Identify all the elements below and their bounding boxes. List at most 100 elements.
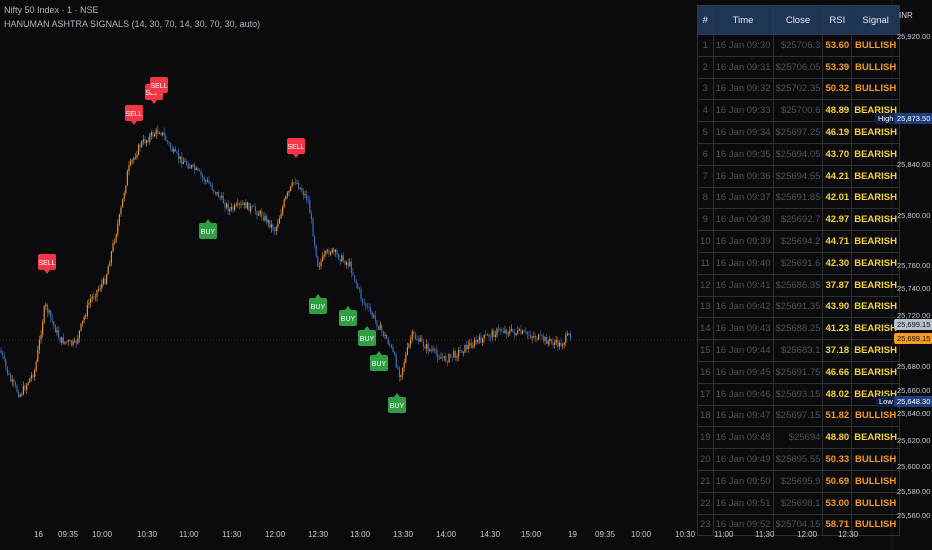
candle-body <box>133 157 135 161</box>
candle-body <box>552 342 554 345</box>
candle-body <box>458 349 460 357</box>
marker-pointer <box>293 154 299 158</box>
candle-body <box>386 334 388 340</box>
table-header-cell: # <box>697 5 714 35</box>
sell-signal-marker[interactable]: SELL <box>125 105 143 125</box>
symbol-title[interactable]: Nifty 50 Index · 1 · NSE <box>4 5 99 15</box>
candle-body <box>427 343 429 352</box>
buy-signal-marker[interactable]: BUY <box>309 294 327 314</box>
row-signal: BEARISH <box>851 273 900 297</box>
price-tick-label: 25,920.00 <box>897 32 931 41</box>
candle-body <box>312 218 314 237</box>
candle-body <box>104 278 106 284</box>
row-time: 16 Jan 09:50 <box>712 469 774 493</box>
candle-body <box>523 330 525 332</box>
candle-body <box>502 331 504 333</box>
candle-body <box>5 359 7 367</box>
candle-body <box>443 356 445 359</box>
marker-pointer <box>205 219 211 223</box>
table-row: 10 16 Jan 09:39 $25694.2 44.71 BEARISH <box>697 230 900 253</box>
time-tick-label: 12:00 <box>265 530 286 539</box>
table-row: 14 16 Jan 09:43 $25688.25 41.23 BEARISH <box>697 317 900 341</box>
row-time: 16 Jan 09:31 <box>712 55 774 79</box>
candle-body <box>238 203 240 205</box>
buy-signal-marker[interactable]: BUY <box>199 219 217 239</box>
candle-body <box>130 160 132 165</box>
candle-body <box>22 385 24 395</box>
candle-body <box>86 304 88 316</box>
row-close: $25691.6 <box>772 251 824 275</box>
row-close: $25702.35 <box>772 77 824 101</box>
row-time: 16 Jan 09:38 <box>712 208 774 232</box>
candle-body <box>525 331 527 333</box>
buy-signal-marker[interactable]: BUY <box>339 306 357 326</box>
candle-body <box>318 266 320 267</box>
candle-body <box>360 289 362 299</box>
candle-body <box>467 344 469 350</box>
candle-body <box>384 334 386 337</box>
candle-body <box>381 324 383 332</box>
candle-body <box>475 339 477 343</box>
candle-body <box>218 192 220 198</box>
buy-signal-marker[interactable]: BUY <box>388 393 406 413</box>
candle-body <box>222 195 224 204</box>
marker-label: BUY <box>390 403 405 410</box>
row-time: 16 Jan 09:32 <box>712 77 774 101</box>
candle-body <box>491 330 493 338</box>
indicator-legend[interactable]: HANUMAN ASHTRA SIGNALS (14, 30, 70, 14, … <box>4 19 260 29</box>
table-row: 6 16 Jan 09:35 $25694.05 43.70 BEARISH <box>697 142 900 166</box>
row-signal: BEARISH <box>851 186 900 210</box>
candle-body <box>2 352 4 356</box>
candle-body <box>147 140 149 142</box>
candle-body <box>37 349 39 362</box>
row-rsi: 48.89 <box>822 99 853 123</box>
candle-body <box>91 296 93 299</box>
row-close: $25697.25 <box>772 121 824 144</box>
row-rsi: 37.18 <box>822 339 853 362</box>
time-tick-label: 16 <box>34 530 43 539</box>
buy-signal-marker[interactable]: BUY <box>370 351 388 371</box>
row-signal: BEARISH <box>851 121 900 144</box>
candle-body <box>58 330 60 339</box>
row-number: 18 <box>697 404 714 428</box>
buy-signal-marker[interactable]: BUY <box>358 326 376 346</box>
row-time: 16 Jan 09:35 <box>712 142 774 166</box>
candle-body <box>547 340 549 344</box>
candle-body <box>27 382 29 385</box>
candle-body <box>544 337 546 341</box>
candle-body <box>283 199 285 207</box>
row-rsi: 50.33 <box>822 448 853 471</box>
table-row: 9 16 Jan 09:38 $25692.7 42.97 BEARISH <box>697 208 900 232</box>
candle-body <box>11 379 13 382</box>
candle-body <box>34 370 36 377</box>
sell-signal-marker[interactable]: SELL <box>38 254 56 274</box>
marker-label: SELL <box>38 260 55 267</box>
candle-body <box>246 202 248 209</box>
table-row: 12 16 Jan 09:41 $25686.35 37.87 BEARISH <box>697 273 900 297</box>
price-tick-label: 25,620.00 <box>897 436 931 445</box>
candle-body <box>157 129 159 134</box>
currency-label[interactable]: INR <box>899 11 913 20</box>
candle-body <box>10 374 12 382</box>
candle-body <box>434 349 436 350</box>
candle-body <box>299 187 301 189</box>
candle-body <box>291 182 293 187</box>
row-signal: BEARISH <box>851 142 900 166</box>
candle-body <box>410 339 412 344</box>
candle-body <box>550 339 552 343</box>
row-time: 16 Jan 09:40 <box>712 251 774 275</box>
sell-signal-marker[interactable]: SELL <box>287 138 305 158</box>
row-signal: BEARISH <box>851 208 900 232</box>
row-time: 16 Jan 09:51 <box>712 491 774 515</box>
candle-body <box>435 349 437 354</box>
candle-body <box>486 334 488 336</box>
candle-body <box>509 330 511 334</box>
candle-body <box>339 259 341 262</box>
candle-body <box>272 224 274 230</box>
candle-body <box>536 338 538 340</box>
row-time: 16 Jan 09:41 <box>712 273 774 297</box>
row-time: 16 Jan 09:45 <box>712 360 774 384</box>
marker-pointer <box>394 393 400 397</box>
row-time: 16 Jan 09:46 <box>712 382 774 406</box>
price-tick-label: 25,760.00 <box>897 261 931 270</box>
